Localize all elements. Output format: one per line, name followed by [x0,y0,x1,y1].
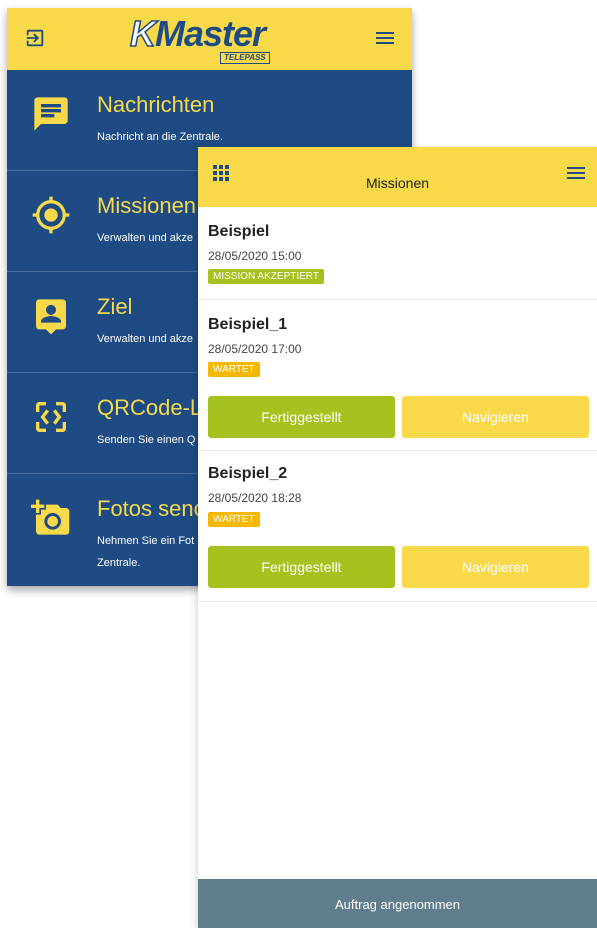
mission-datetime: 28/05/2020 15:00 [208,249,302,263]
status-badge: WARTET [208,362,260,377]
mission-name: Beispiel [208,223,270,240]
qrcode-icon [36,402,66,432]
mission-item[interactable]: Beispiel_1 28/05/2020 17:00 WARTET Ferti… [198,300,597,451]
menu-item-description: Nehmen Sie ein Fot [97,535,195,547]
completed-button[interactable]: Fertiggestellt [208,546,395,588]
menu-item-description: Nachricht an die Zentrale. [97,131,223,143]
target-icon [32,196,70,234]
status-badge: MISSION AKZEPTIERT [208,269,324,284]
menu-item-title: Missionen [97,193,197,218]
kmaster-logo: KMaster TELEPASS [129,12,290,64]
mission-name: Beispiel_2 [208,465,288,482]
hamburger-menu-icon[interactable] [567,165,585,181]
menu-item-description: Senden Sie einen Q [97,434,196,446]
menu-item-description-line2: Zentrale. [97,557,141,569]
hamburger-menu-icon[interactable] [374,28,396,48]
missions-header: Missionen [198,147,597,207]
mission-datetime: 28/05/2020 17:00 [208,342,302,356]
menu-item-title: Nachrichten [97,92,215,117]
menu-item-title: Ziel [97,294,133,319]
snackbar: Auftrag angenommen [198,879,597,928]
main-menu-header: KMaster TELEPASS [7,8,412,70]
status-badge: WARTET [208,512,260,527]
missions-screen: Missionen Beispiel 28/05/2020 15:00 MISS… [198,147,597,928]
add-photo-icon [31,499,70,535]
menu-item-description: Verwalten und akze [97,333,194,345]
contact-icon [36,299,66,335]
message-icon [34,97,68,131]
completed-button[interactable]: Fertiggestellt [208,396,395,438]
exit-icon[interactable] [24,27,46,49]
page-title: Missionen [365,175,430,191]
mission-datetime: 28/05/2020 18:28 [208,491,302,505]
navigate-button[interactable]: Navigieren [402,546,589,588]
mission-item[interactable]: Beispiel_2 28/05/2020 18:28 WARTET Ferti… [198,451,597,602]
mission-name: Beispiel_1 [208,316,288,333]
navigate-button[interactable]: Navigieren [402,396,589,438]
menu-item-title: QRCode-Le [97,395,215,420]
menu-item-title: Fotos senc [97,496,205,521]
mission-item[interactable]: Beispiel 28/05/2020 15:00 MISSION AKZEPT… [198,207,597,300]
menu-item-description: Verwalten und akze [97,232,194,244]
